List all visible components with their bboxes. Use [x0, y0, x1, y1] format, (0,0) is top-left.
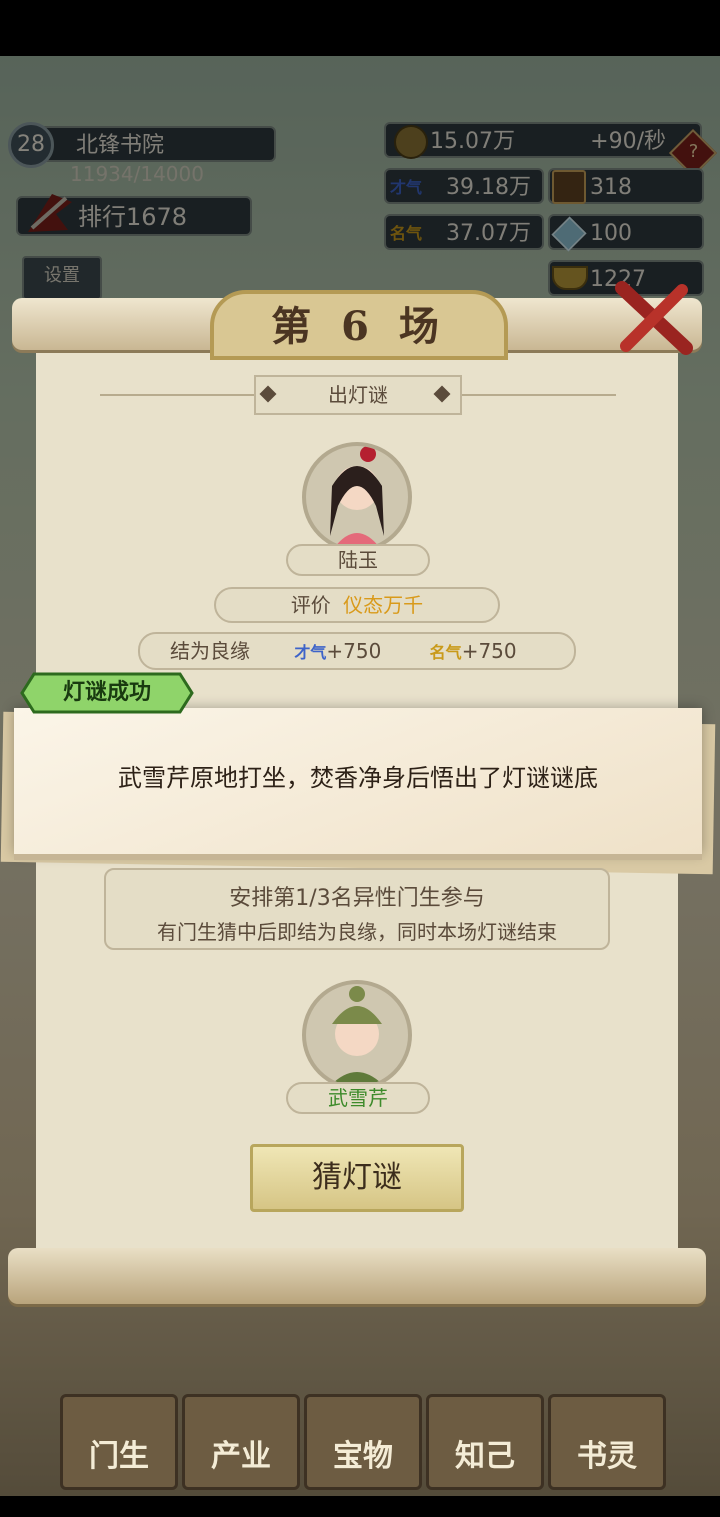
rating-label: 评价: [290, 593, 331, 617]
poser-name: 陆玉: [286, 544, 430, 576]
student-avatar[interactable]: [302, 980, 412, 1090]
close-icon[interactable]: [612, 280, 696, 356]
arrange-line2: 有门生猜中后即结为良缘，同时本场灯谜结束: [157, 920, 557, 944]
toast-message: 武雪芹原地打坐，焚香净身后悟出了灯谜谜底: [118, 764, 598, 792]
section-label: 出灯谜: [254, 375, 462, 415]
dialog-scroll-bottom-roller: [8, 1248, 706, 1304]
poser-avatar: [302, 442, 412, 552]
student-name: 武雪芹: [286, 1082, 430, 1114]
nav-confidants[interactable]: 知己: [426, 1394, 544, 1490]
guess-riddle-button[interactable]: 猜灯谜: [250, 1144, 464, 1212]
arrange-info-box: 安排第1/3名异性门生参与 有门生猜中后即结为良缘，同时本场灯谜结束: [104, 868, 610, 950]
reward-row: 结为良缘 才气+750 名气+750: [138, 632, 576, 670]
toast-tag: 灯谜成功: [62, 680, 151, 705]
rating-value: 仪态万千: [343, 593, 424, 617]
rating-row: 评价 仪态万千: [214, 587, 500, 623]
reward-fame-tag: 名气: [429, 643, 462, 662]
reward-talent-tag: 才气: [294, 643, 327, 662]
reward-talent: +750: [326, 639, 382, 663]
nav-industry[interactable]: 产业: [182, 1394, 300, 1490]
arrange-line1: 安排第1/3名异性门生参与: [229, 886, 485, 911]
nav-treasures[interactable]: 宝物: [304, 1394, 422, 1490]
dialog-title: 第 6 场: [271, 303, 447, 350]
nav-book-spirits[interactable]: 书灵: [548, 1394, 666, 1490]
nav-students[interactable]: 门生: [60, 1394, 178, 1490]
reward-label: 结为良缘: [170, 639, 250, 663]
reward-fame: +750: [461, 639, 517, 663]
